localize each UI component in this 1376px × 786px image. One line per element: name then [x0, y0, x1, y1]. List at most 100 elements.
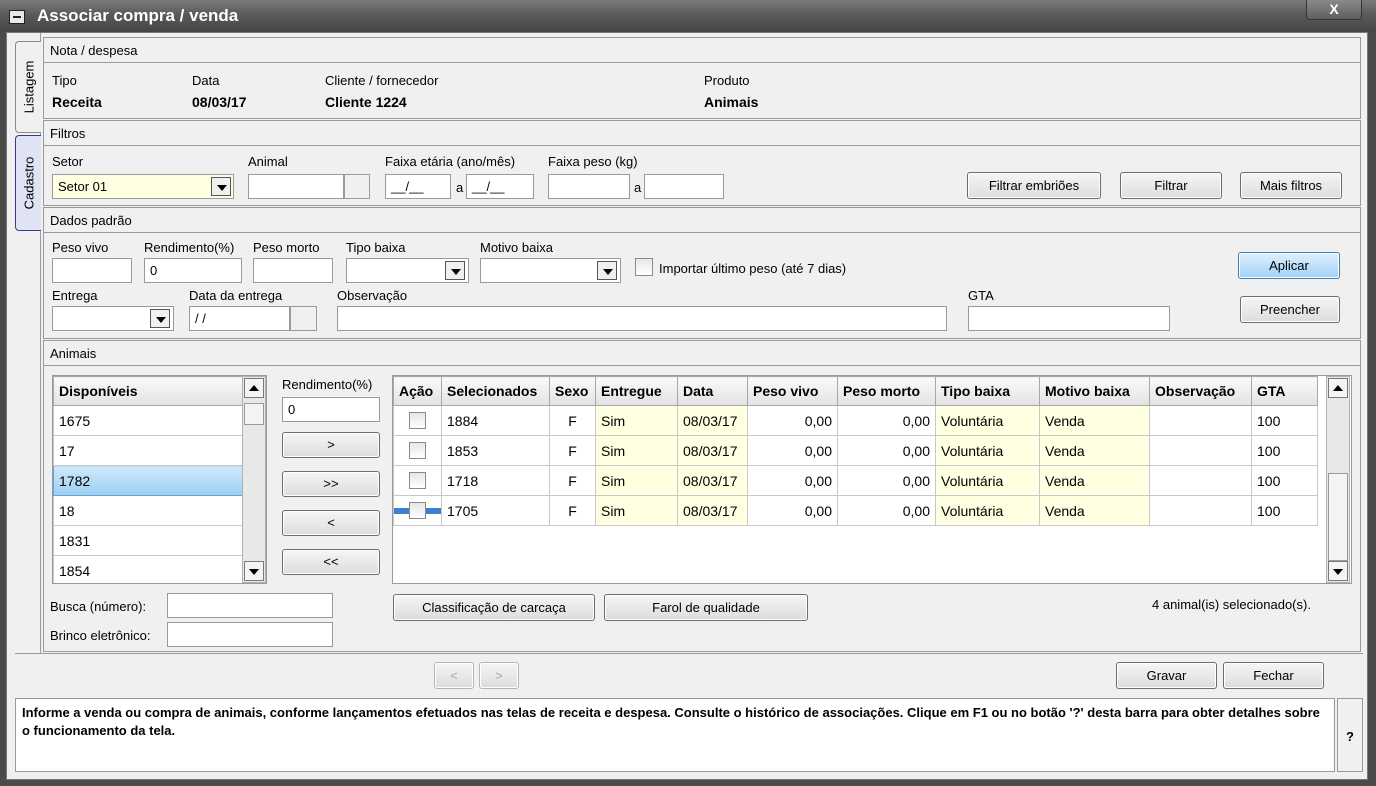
column-header[interactable]: Selecionados: [441, 376, 550, 406]
cell-gta[interactable]: 100: [1251, 435, 1318, 466]
scroll-up-icon[interactable]: [1328, 378, 1348, 398]
window-menu-icon[interactable]: [9, 10, 25, 24]
cell-peso-vivo[interactable]: 0,00: [747, 435, 838, 466]
column-header[interactable]: Motivo baixa: [1039, 376, 1150, 406]
cell-peso-morto[interactable]: 0,00: [837, 495, 936, 526]
cell-tipo-baixa[interactable]: Voluntária: [935, 405, 1040, 436]
rendimento-input[interactable]: 0: [144, 258, 242, 283]
disponivel-cell[interactable]: 1831: [53, 525, 243, 556]
cell-entregue[interactable]: Sim: [595, 465, 678, 496]
peso-vivo-input[interactable]: [52, 258, 132, 283]
disponivel-cell[interactable]: 1782: [53, 465, 243, 496]
acao-checkbox[interactable]: [409, 412, 426, 430]
disponivel-cell[interactable]: 17: [53, 435, 243, 466]
table-row[interactable]: 1718 F Sim 08/03/17 0,00 0,00 Voluntária Venda 1…: [393, 465, 1318, 496]
list-item[interactable]: 1675: [53, 405, 243, 436]
column-header[interactable]: Observação: [1149, 376, 1252, 406]
selecionados-scrollbar[interactable]: [1326, 376, 1350, 583]
acao-cell[interactable]: [393, 405, 442, 436]
cell-selecionado[interactable]: 1705: [441, 495, 550, 526]
acao-cell[interactable]: [393, 435, 442, 466]
column-header[interactable]: Peso morto: [837, 376, 936, 406]
cell-entregue[interactable]: Sim: [595, 435, 678, 466]
animal-input[interactable]: [248, 174, 344, 199]
move-all-left-button[interactable]: <<: [282, 549, 380, 575]
cell-sexo[interactable]: F: [549, 435, 596, 466]
data-entrega-input[interactable]: / /: [189, 306, 290, 331]
cell-peso-morto[interactable]: 0,00: [837, 435, 936, 466]
cell-motivo-baixa[interactable]: Venda: [1039, 435, 1150, 466]
mais-filtros-button[interactable]: Mais filtros: [1240, 172, 1342, 199]
column-header[interactable]: GTA: [1251, 376, 1318, 406]
cell-tipo-baixa[interactable]: Voluntária: [935, 435, 1040, 466]
tab-cadastro[interactable]: Cadastro: [15, 135, 41, 231]
disponiveis-header[interactable]: Disponíveis: [53, 376, 243, 406]
motivo-baixa-dropdown-icon[interactable]: [597, 261, 617, 280]
importar-checkbox[interactable]: [635, 258, 653, 276]
cell-tipo-baixa[interactable]: Voluntária: [935, 465, 1040, 496]
table-row[interactable]: 1884 F Sim 08/03/17 0,00 0,00 Voluntária Venda 1…: [393, 405, 1318, 436]
list-item[interactable]: 1831: [53, 525, 243, 556]
selecionados-grid[interactable]: Ação Selecionados Sexo Entregue Data Peso viv…: [392, 375, 1352, 584]
cell-sexo[interactable]: F: [549, 405, 596, 436]
preencher-button[interactable]: Preencher: [1240, 296, 1340, 323]
acao-cell[interactable]: [393, 465, 442, 496]
cell-selecionado[interactable]: 1884: [441, 405, 550, 436]
cell-motivo-baixa[interactable]: Venda: [1039, 465, 1150, 496]
filtrar-button[interactable]: Filtrar: [1120, 172, 1222, 199]
column-header[interactable]: Ação: [393, 376, 442, 406]
cell-selecionado[interactable]: 1853: [441, 435, 550, 466]
move-all-right-button[interactable]: >>: [282, 471, 380, 497]
list-item[interactable]: 18: [53, 495, 243, 526]
setor-select[interactable]: Setor 01: [52, 174, 234, 199]
column-header[interactable]: Tipo baixa: [935, 376, 1040, 406]
cell-entregue[interactable]: Sim: [595, 495, 678, 526]
aplicar-button[interactable]: Aplicar: [1238, 252, 1340, 279]
farol-qualidade-button[interactable]: Farol de qualidade: [604, 594, 808, 621]
cell-motivo-baixa[interactable]: Venda: [1039, 405, 1150, 436]
cell-selecionado[interactable]: 1718: [441, 465, 550, 496]
setor-dropdown-icon[interactable]: [211, 177, 231, 196]
disponiveis-list[interactable]: Disponíveis 1675 17 1782 18 1831 1854: [52, 375, 267, 584]
list-item[interactable]: 1782: [53, 465, 243, 496]
disponivel-cell[interactable]: 18: [53, 495, 243, 526]
column-header[interactable]: Entregue: [595, 376, 678, 406]
cell-peso-morto[interactable]: 0,00: [837, 465, 936, 496]
acao-checkbox[interactable]: [409, 472, 426, 490]
title-bar[interactable]: Associar compra / venda X: [0, 0, 1376, 32]
faixa-peso-from-input[interactable]: [548, 174, 630, 199]
scroll-down-icon[interactable]: [1328, 561, 1348, 581]
gravar-button[interactable]: Gravar: [1116, 662, 1217, 689]
cell-data[interactable]: 08/03/17: [677, 465, 748, 496]
entrega-dropdown-icon[interactable]: [150, 309, 170, 328]
scroll-thumb[interactable]: [1328, 473, 1348, 561]
acao-checkbox[interactable]: [409, 442, 426, 460]
fechar-button[interactable]: Fechar: [1223, 662, 1324, 689]
cell-tipo-baixa[interactable]: Voluntária: [935, 495, 1040, 526]
move-right-button[interactable]: >: [282, 432, 380, 458]
gta-input[interactable]: [968, 306, 1170, 331]
cell-observacao[interactable]: [1149, 495, 1252, 526]
scroll-down-icon[interactable]: [244, 561, 264, 581]
calendar-button[interactable]: [290, 306, 317, 331]
list-item[interactable]: 17: [53, 435, 243, 466]
classificacao-carcaca-button[interactable]: Classificação de carcaça: [393, 594, 595, 621]
animal-lookup-button[interactable]: [344, 174, 370, 199]
scroll-up-icon[interactable]: [244, 378, 264, 398]
help-button[interactable]: ?: [1337, 698, 1363, 772]
faixa-peso-to-input[interactable]: [644, 174, 724, 199]
cell-peso-vivo[interactable]: 0,00: [747, 465, 838, 496]
cell-motivo-baixa[interactable]: Venda: [1039, 495, 1150, 526]
cell-peso-vivo[interactable]: 0,00: [747, 405, 838, 436]
acao-checkbox[interactable]: [409, 502, 426, 520]
cell-gta[interactable]: 100: [1251, 405, 1318, 436]
cell-peso-vivo[interactable]: 0,00: [747, 495, 838, 526]
cell-gta[interactable]: 100: [1251, 495, 1318, 526]
move-left-button[interactable]: <: [282, 510, 380, 536]
scroll-thumb[interactable]: [244, 403, 264, 425]
brinco-input[interactable]: [167, 622, 333, 647]
column-header[interactable]: Sexo: [549, 376, 596, 406]
faixa-etaria-to-input[interactable]: __/__: [466, 174, 534, 199]
column-header[interactable]: Data: [677, 376, 748, 406]
list-item[interactable]: 1854: [53, 555, 243, 583]
